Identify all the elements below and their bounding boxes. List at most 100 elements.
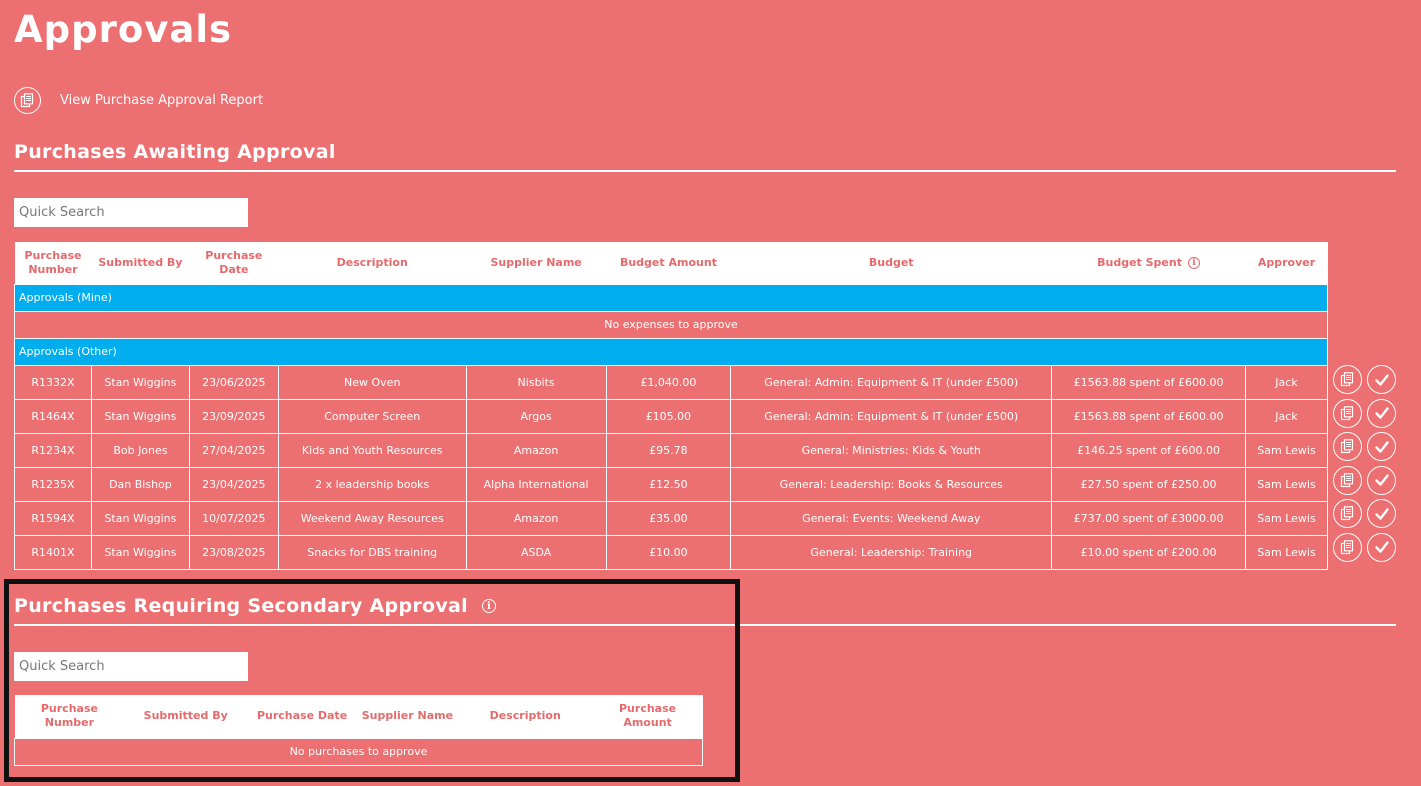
col-purchase-number[interactable]: Purchase Number (14, 242, 92, 284)
empty-row-mine: No expenses to approve (14, 310, 1328, 339)
cell-description: New Oven (277, 364, 467, 400)
col-budget-amount[interactable]: Budget Amount (606, 242, 731, 284)
cell-approver: Sam Lewis (1244, 466, 1329, 502)
highlight-frame (4, 579, 740, 782)
view-details-button[interactable] (1333, 365, 1362, 394)
cell-description: Computer Screen (277, 398, 467, 434)
row-actions (1333, 532, 1396, 562)
awaiting-divider (14, 170, 1396, 172)
table-row: R1332X Stan Wiggins 23/06/2025 New Oven … (14, 364, 1329, 400)
row-actions (1333, 432, 1396, 461)
document-copy-icon (1340, 506, 1355, 521)
page-title: Approvals (14, 8, 233, 51)
table-row: R1401X Stan Wiggins 23/08/2025 Snacks fo… (14, 534, 1329, 570)
table-row: R1464X Stan Wiggins 23/09/2025 Computer … (14, 398, 1329, 434)
awaiting-table: Purchase Number Submitted By Purchase Da… (14, 242, 1329, 570)
document-copy-icon (1340, 539, 1355, 555)
cell-approver: Sam Lewis (1244, 534, 1329, 570)
cell-description: 2 x leadership books (277, 466, 467, 502)
cell-budget: General: Leadership: Books & Resources (730, 466, 1053, 502)
cell-number: R1464X (14, 398, 92, 434)
cell-date: 10/07/2025 (188, 500, 279, 536)
approve-button[interactable] (1367, 532, 1396, 562)
col-supplier-name[interactable]: Supplier Name (466, 242, 607, 284)
group-label-other: Approvals (Other) (14, 337, 1328, 366)
checkmark-icon (1374, 472, 1390, 488)
view-report-link[interactable]: View Purchase Approval Report (14, 86, 263, 115)
cell-description: Kids and Youth Resources (277, 432, 467, 468)
approve-button[interactable] (1367, 432, 1396, 461)
cell-budget: General: Ministries: Kids & Youth (730, 432, 1053, 468)
approve-button[interactable] (1367, 398, 1396, 428)
col-budget-spent[interactable]: Budget Spent i (1051, 242, 1246, 284)
cell-description: Snacks for DBS training (277, 534, 467, 570)
cell-budget: General: Admin: Equipment & IT (under £5… (730, 364, 1053, 400)
cell-number: R1401X (14, 534, 92, 570)
view-details-button[interactable] (1333, 499, 1362, 528)
cell-date: 23/06/2025 (188, 364, 279, 400)
document-copy-icon (1340, 439, 1355, 454)
cell-budget: General: Events: Weekend Away (730, 500, 1053, 536)
view-details-button[interactable] (1333, 532, 1362, 562)
checkmark-icon (1374, 539, 1390, 555)
checkmark-icon (1374, 439, 1390, 455)
group-row-mine: Approvals (Mine) (14, 283, 1328, 312)
cell-amount: £105.00 (605, 398, 732, 434)
cell-supplier: Amazon (465, 432, 607, 468)
cell-submitted-by: Stan Wiggins (90, 398, 190, 434)
cell-spent: £146.25 spent of £600.00 (1051, 432, 1246, 468)
checkmark-icon (1374, 405, 1390, 421)
cell-amount: £12.50 (605, 466, 732, 502)
approve-button[interactable] (1367, 499, 1396, 528)
cell-approver: Sam Lewis (1244, 500, 1329, 536)
cell-spent: £737.00 spent of £3000.00 (1051, 500, 1246, 536)
group-label-mine: Approvals (Mine) (14, 283, 1328, 312)
row-actions (1333, 499, 1396, 528)
document-copy-icon (1340, 405, 1355, 421)
cell-date: 27/04/2025 (188, 432, 279, 468)
col-description[interactable]: Description (278, 242, 467, 284)
cell-supplier: ASDA (465, 534, 607, 570)
cell-spent: £1563.88 spent of £600.00 (1051, 364, 1246, 400)
col-budget-spent-label: Budget Spent (1097, 255, 1182, 269)
approve-button[interactable] (1367, 365, 1396, 394)
cell-approver: Jack (1244, 364, 1329, 400)
cell-spent: £27.50 spent of £250.00 (1051, 466, 1246, 502)
view-details-button[interactable] (1333, 432, 1362, 461)
cell-amount: £10.00 (605, 534, 732, 570)
cell-number: R1235X (14, 466, 92, 502)
cell-supplier: Amazon (465, 500, 607, 536)
cell-submitted-by: Stan Wiggins (90, 534, 190, 570)
cell-date: 23/04/2025 (188, 466, 279, 502)
col-submitted-by[interactable]: Submitted By (91, 242, 190, 284)
cell-description: Weekend Away Resources (277, 500, 467, 536)
col-budget[interactable]: Budget (730, 242, 1052, 284)
awaiting-section-title: Purchases Awaiting Approval (14, 141, 336, 163)
cell-supplier: Argos (465, 398, 607, 434)
table-row: R1235X Dan Bishop 23/04/2025 2 x leaders… (14, 466, 1329, 502)
awaiting-search-input[interactable] (14, 198, 248, 227)
document-copy-icon (1340, 372, 1355, 387)
row-actions (1333, 365, 1396, 394)
info-icon[interactable]: i (1187, 256, 1200, 269)
cell-submitted-by: Dan Bishop (90, 466, 190, 502)
view-details-button[interactable] (1333, 465, 1362, 495)
col-approver[interactable]: Approver (1245, 242, 1328, 284)
cell-date: 23/08/2025 (188, 534, 279, 570)
cell-number: R1234X (14, 432, 92, 468)
document-copy-icon (14, 87, 41, 114)
view-details-button[interactable] (1333, 398, 1362, 428)
cell-submitted-by: Bob Jones (90, 432, 190, 468)
checkmark-icon (1374, 506, 1390, 522)
col-purchase-date[interactable]: Purchase Date (189, 242, 279, 284)
empty-message-mine: No expenses to approve (14, 310, 1328, 339)
cell-spent: £10.00 spent of £200.00 (1051, 534, 1246, 570)
cell-spent: £1563.88 spent of £600.00 (1051, 398, 1246, 434)
document-copy-icon (1340, 472, 1355, 488)
cell-number: R1594X (14, 500, 92, 536)
approve-button[interactable] (1367, 465, 1396, 495)
cell-supplier: Alpha International (465, 466, 607, 502)
cell-budget: General: Admin: Equipment & IT (under £5… (730, 398, 1053, 434)
table-row: R1594X Stan Wiggins 10/07/2025 Weekend A… (14, 500, 1329, 536)
cell-amount: £35.00 (605, 500, 732, 536)
